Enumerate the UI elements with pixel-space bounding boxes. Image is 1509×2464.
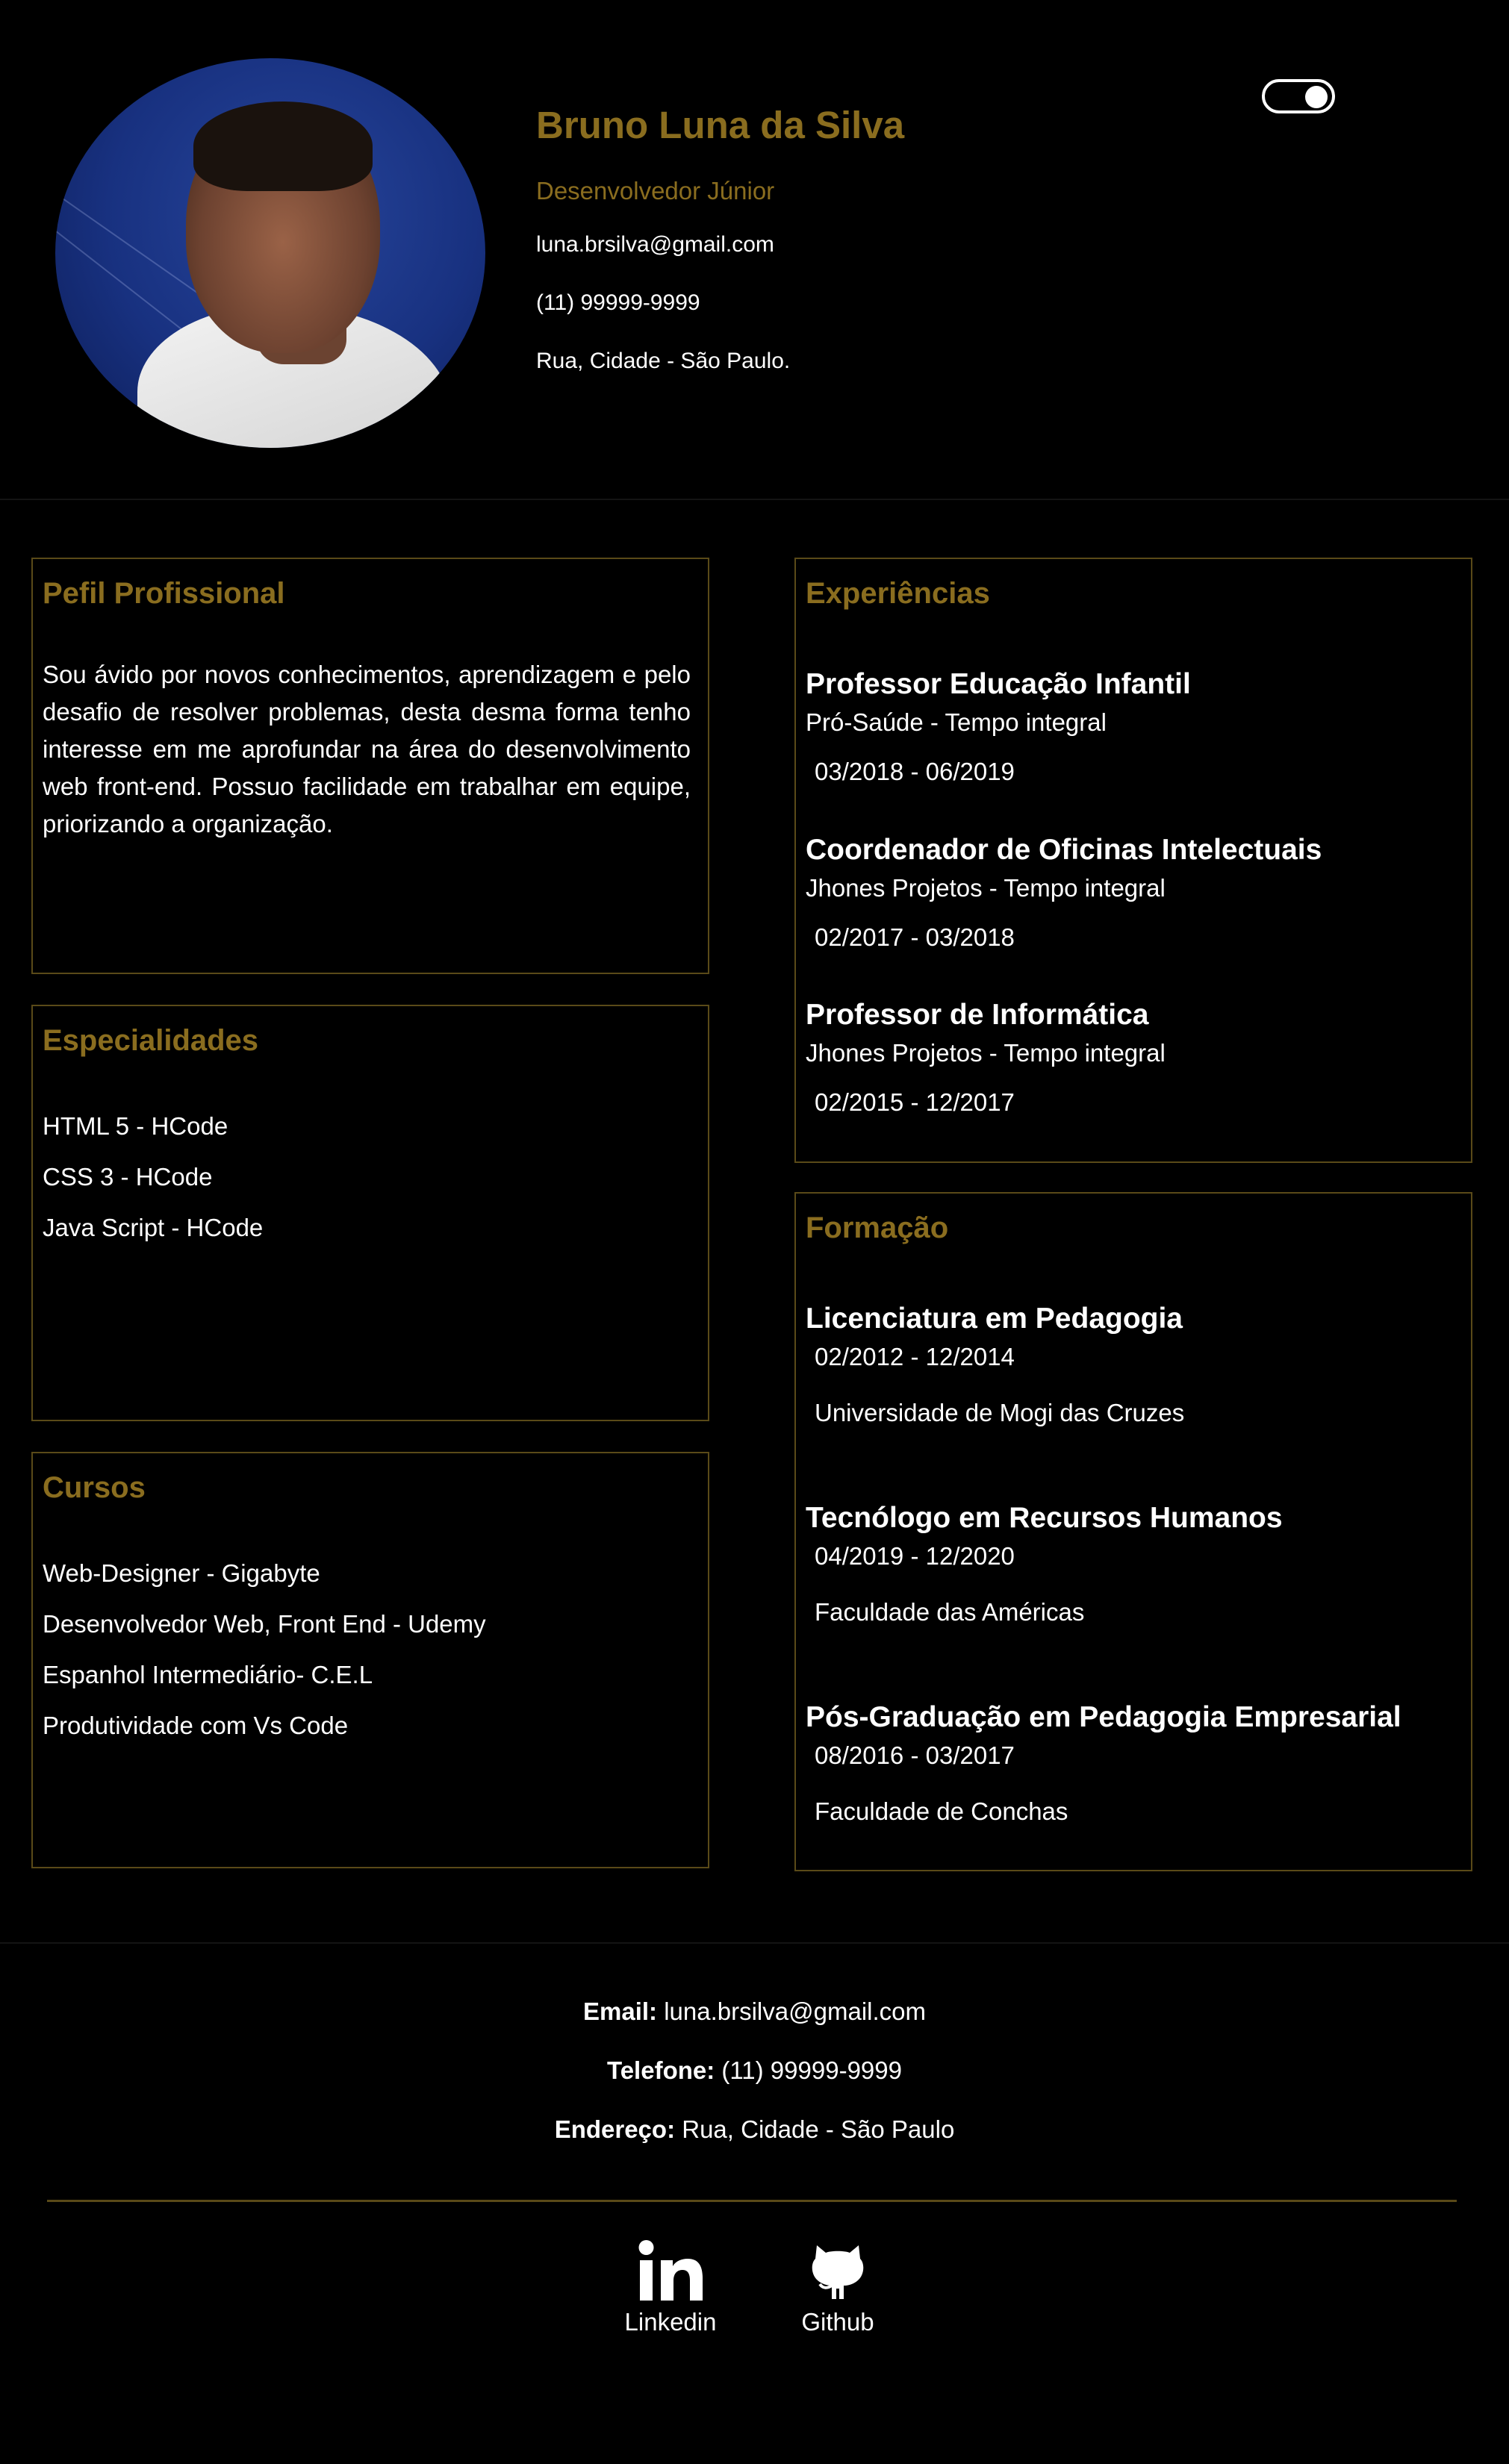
job-title: Professor Educação Infantil (806, 668, 1191, 700)
profile-title: Pefil Profissional (43, 577, 285, 610)
education-title-item: Licenciatura em Pedagogia (806, 1303, 1183, 1335)
job-period: 03/2018 - 06/2019 (815, 758, 1015, 785)
footer-phone-value: (11) 99999-9999 (721, 2056, 902, 2084)
github-link[interactable]: Github (784, 2239, 892, 2336)
course-item: Desenvolvedor Web, Front End - Udemy (43, 1610, 486, 1638)
experience-title: Experiências (806, 577, 990, 610)
footer-email: Email: luna.brsilva@gmail.com (0, 1997, 1509, 2026)
courses-section: Cursos Web-Designer - Gigabyte Desenvolv… (31, 1452, 709, 1868)
footer-email-value: luna.brsilva@gmail.com (664, 1997, 926, 2025)
job-title: Professor de Informática (806, 999, 1149, 1031)
education-title-item: Tecnólogo em Recursos Humanos (806, 1502, 1283, 1534)
theme-toggle[interactable] (1262, 79, 1335, 113)
footer-email-label: Email: (582, 1997, 658, 2025)
profile-text: Sou ávido por novos conhecimentos, apren… (43, 661, 691, 838)
job-period: 02/2017 - 03/2018 (815, 923, 1015, 951)
github-icon (812, 2245, 864, 2299)
specialty-item: Java Script - HCode (43, 1214, 264, 1241)
education-period: 04/2019 - 12/2020 (815, 1542, 1015, 1570)
job-title: Coordenador de Oficinas Intelectuais (806, 834, 1322, 866)
footer-address-label: Endereço: (554, 2115, 676, 2143)
education-title: Formação (806, 1211, 949, 1244)
specialties-section: Especialidades HTML 5 - HCode CSS 3 - HC… (31, 1005, 709, 1421)
specialty-item: HTML 5 - HCode (43, 1112, 228, 1140)
education-school: Faculdade das Américas (815, 1598, 1085, 1626)
experience-section: Experiências Professor Educação Infantil… (794, 558, 1472, 1163)
education-period: 02/2012 - 12/2014 (815, 1343, 1015, 1370)
header-phone: (11) 99999-9999 (536, 290, 700, 315)
footer-divider (0, 1942, 1509, 1944)
header-email: luna.brsilva@gmail.com (536, 232, 774, 257)
linkedin-label: Linkedin (624, 2308, 717, 2336)
courses-title: Cursos (43, 1471, 146, 1504)
footer-rule (47, 2200, 1457, 2202)
profile-section: Pefil Profissional Sou ávido por novos c… (31, 558, 709, 974)
footer-address: Endereço: Rua, Cidade - São Paulo (0, 2115, 1509, 2144)
job-period: 02/2015 - 12/2017 (815, 1088, 1015, 1116)
job-company: Jhones Projetos - Tempo integral (806, 874, 1166, 902)
education-period: 08/2016 - 03/2017 (815, 1741, 1015, 1769)
education-title-item: Pós-Graduação em Pedagogia Empresarial (806, 1701, 1401, 1733)
profile-name: Bruno Luna da Silva (536, 104, 905, 146)
education-section: Formação Licenciatura em Pedagogia 02/20… (794, 1192, 1472, 1871)
footer-phone: Telefone: (11) 99999-9999 (0, 2056, 1509, 2085)
course-item: Produtividade com Vs Code (43, 1712, 349, 1739)
education-school: Faculdade de Conchas (815, 1797, 1068, 1825)
course-item: Espanhol Intermediário- C.E.L (43, 1661, 373, 1688)
specialty-item: CSS 3 - HCode (43, 1163, 213, 1191)
header-address: Rua, Cidade - São Paulo. (536, 349, 791, 373)
footer-address-value: Rua, Cidade - São Paulo (682, 2115, 955, 2143)
header: Bruno Luna da Silva Desenvolvedor Júnior… (0, 0, 1509, 500)
job-company: Pró-Saúde - Tempo integral (806, 708, 1107, 736)
profile-role: Desenvolvedor Júnior (536, 177, 775, 205)
course-item: Web-Designer - Gigabyte (43, 1559, 320, 1587)
education-school: Universidade de Mogi das Cruzes (815, 1399, 1185, 1426)
specialties-title: Especialidades (43, 1024, 259, 1057)
github-label: Github (801, 2308, 874, 2336)
linkedin-link[interactable]: Linkedin (617, 2239, 724, 2336)
avatar (55, 58, 485, 448)
toggle-knob (1305, 86, 1328, 108)
job-company: Jhones Projetos - Tempo integral (806, 1039, 1166, 1067)
footer-phone-label: Telefone: (607, 2056, 715, 2084)
linkedin-icon (638, 2240, 703, 2301)
